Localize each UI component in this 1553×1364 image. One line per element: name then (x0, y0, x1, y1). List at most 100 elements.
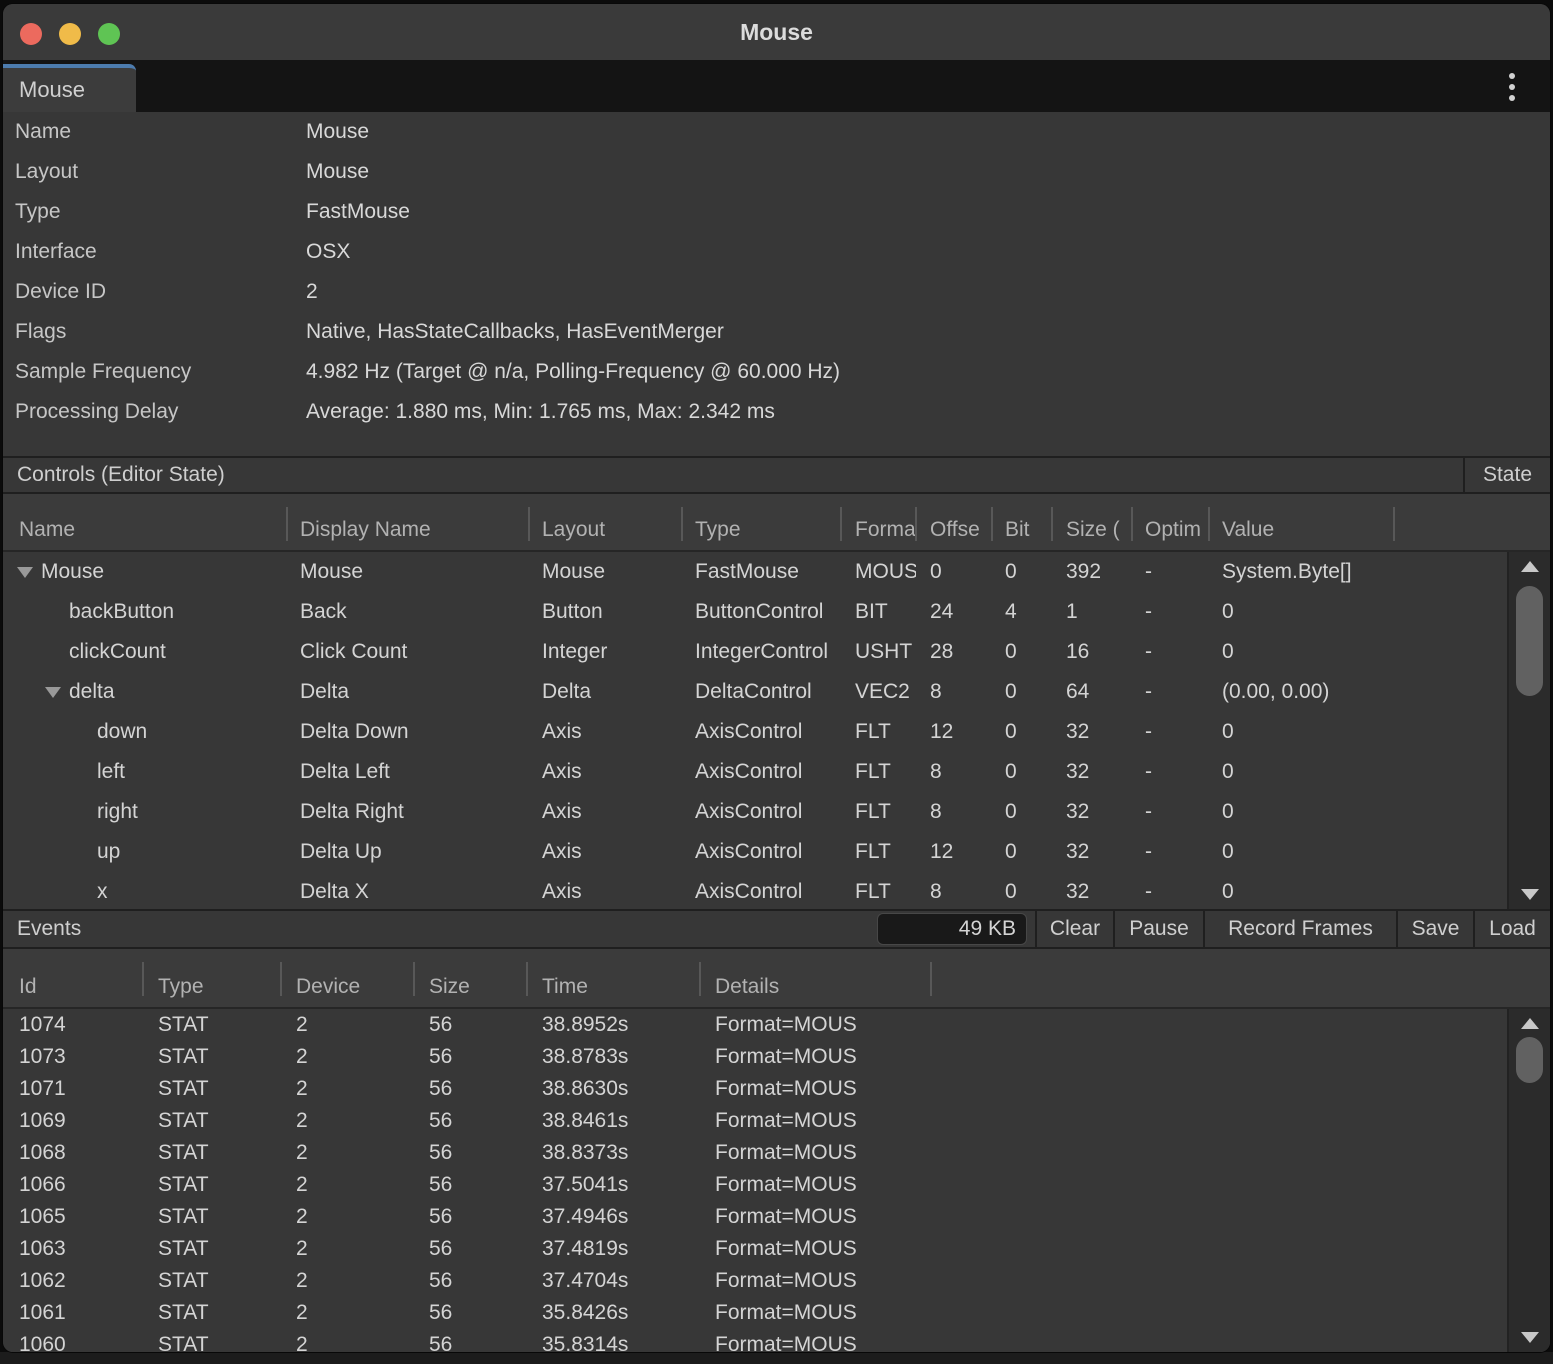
foldout-arrow-icon[interactable] (45, 687, 61, 698)
events-scrollbar[interactable] (1507, 1009, 1550, 1352)
col-header-layout[interactable]: Layout (528, 518, 681, 542)
controls-section-bar: Controls (Editor State) State (3, 456, 1550, 494)
event-row[interactable]: 1069 STAT 2 56 38.8461s Format=MOUS (3, 1105, 1550, 1137)
event-row[interactable]: 1062 STAT 2 56 37.4704s Format=MOUS (3, 1265, 1550, 1297)
col-header-size[interactable]: Size (413, 975, 526, 999)
column-divider[interactable] (840, 507, 842, 541)
col-header-type[interactable]: Type (681, 518, 841, 542)
col-header-display-name[interactable]: Display Name (286, 518, 528, 542)
screen: Mouse Mouse Name Mouse Layout Mouse (0, 0, 1553, 1364)
scroll-up-arrow-icon[interactable] (1521, 1018, 1539, 1029)
column-divider[interactable] (413, 962, 415, 996)
control-row[interactable]: left Delta Left Axis AxisControl FLT 8 0… (3, 752, 1550, 792)
control-layout: Mouse (528, 552, 681, 592)
column-divider[interactable] (1393, 507, 1395, 541)
tab-bar: Mouse (3, 60, 1550, 112)
control-row[interactable]: down Delta Down Axis AxisControl FLT 12 … (3, 712, 1550, 752)
event-row[interactable]: 1073 STAT 2 56 38.8783s Format=MOUS (3, 1041, 1550, 1073)
column-divider[interactable] (528, 507, 530, 541)
event-device: 2 (280, 1169, 413, 1201)
control-row[interactable]: x Delta X Axis AxisControl FLT 8 0 32 - … (3, 872, 1550, 909)
event-row[interactable]: 1063 STAT 2 56 37.4819s Format=MOUS (3, 1233, 1550, 1265)
scroll-down-arrow-icon[interactable] (1521, 889, 1539, 900)
column-divider[interactable] (142, 962, 144, 996)
pause-button[interactable]: Pause (1113, 911, 1203, 947)
event-row[interactable]: 1060 STAT 2 56 35.8314s Format=MOUS (3, 1329, 1550, 1352)
record-frames-button[interactable]: Record Frames (1203, 911, 1396, 947)
control-row[interactable]: delta Delta Delta DeltaControl VEC2 8 0 … (3, 672, 1550, 712)
column-divider[interactable] (699, 962, 701, 996)
control-type: AxisControl (681, 792, 841, 832)
column-divider[interactable] (1208, 507, 1210, 541)
controls-scrollbar-thumb[interactable] (1516, 586, 1543, 696)
control-type: ButtonControl (681, 592, 841, 632)
col-header-name[interactable]: Name (3, 518, 286, 542)
control-name-cell: clickCount (3, 632, 286, 672)
column-divider[interactable] (1051, 507, 1053, 541)
col-header-optimized[interactable]: Optim (1131, 518, 1208, 542)
controls-scrollbar[interactable] (1507, 552, 1550, 909)
event-type: STAT (142, 1105, 280, 1137)
event-row[interactable]: 1066 STAT 2 56 37.5041s Format=MOUS (3, 1169, 1550, 1201)
control-bit: 0 (991, 632, 1052, 672)
event-details: Format=MOUS (699, 1265, 930, 1297)
event-device: 2 (280, 1329, 413, 1352)
info-value: Mouse (306, 112, 1550, 152)
column-divider[interactable] (1131, 507, 1133, 541)
scroll-down-arrow-icon[interactable] (1521, 1332, 1539, 1343)
column-divider[interactable] (286, 507, 288, 541)
column-divider[interactable] (526, 962, 528, 996)
event-type: STAT (142, 1137, 280, 1169)
event-size: 56 (413, 1329, 526, 1352)
control-row[interactable]: backButton Back Button ButtonControl BIT… (3, 592, 1550, 632)
col-header-value[interactable]: Value (1208, 518, 1393, 542)
control-type: FastMouse (681, 552, 841, 592)
event-row[interactable]: 1074 STAT 2 56 38.8952s Format=MOUS (3, 1009, 1550, 1041)
col-header-bit[interactable]: Bit (991, 518, 1052, 542)
control-size: 32 (1052, 872, 1131, 909)
event-size: 56 (413, 1105, 526, 1137)
tab-mouse[interactable]: Mouse (3, 64, 136, 112)
kebab-menu-icon[interactable] (1502, 72, 1522, 102)
events-scrollbar-thumb[interactable] (1516, 1037, 1543, 1083)
column-divider[interactable] (915, 507, 917, 541)
col-header-type[interactable]: Type (142, 975, 280, 999)
control-bit: 0 (991, 552, 1052, 592)
column-divider[interactable] (930, 962, 932, 996)
control-bit: 0 (991, 872, 1052, 909)
control-row[interactable]: clickCount Click Count Integer IntegerCo… (3, 632, 1550, 672)
control-row[interactable]: Mouse Mouse Mouse FastMouse MOUS 0 0 392… (3, 552, 1550, 592)
col-header-id[interactable]: Id (3, 975, 142, 999)
control-bit: 0 (991, 832, 1052, 872)
col-header-offset[interactable]: Offse (916, 518, 991, 542)
event-buffer-size-field[interactable]: 49 KB (877, 913, 1027, 945)
event-type: STAT (142, 1201, 280, 1233)
clear-button[interactable]: Clear (1035, 911, 1113, 947)
control-name: left (97, 760, 125, 783)
event-row[interactable]: 1061 STAT 2 56 35.8426s Format=MOUS (3, 1297, 1550, 1329)
load-button[interactable]: Load (1473, 911, 1550, 947)
event-time: 38.8373s (526, 1137, 699, 1169)
event-row[interactable]: 1068 STAT 2 56 38.8373s Format=MOUS (3, 1137, 1550, 1169)
col-header-format[interactable]: Forma (841, 518, 916, 542)
column-divider[interactable] (991, 507, 993, 541)
col-header-time[interactable]: Time (526, 975, 699, 999)
column-divider[interactable] (280, 962, 282, 996)
col-header-device[interactable]: Device (280, 975, 413, 999)
scroll-up-arrow-icon[interactable] (1521, 561, 1539, 572)
foldout-arrow-icon[interactable] (17, 567, 33, 578)
control-name-cell: Mouse (3, 552, 286, 592)
col-header-size[interactable]: Size ( (1052, 518, 1131, 542)
control-row[interactable]: up Delta Up Axis AxisControl FLT 12 0 32… (3, 832, 1550, 872)
titlebar[interactable]: Mouse (3, 4, 1550, 60)
column-divider[interactable] (681, 507, 683, 541)
event-row[interactable]: 1065 STAT 2 56 37.4946s Format=MOUS (3, 1201, 1550, 1233)
control-name-cell: right (3, 792, 286, 832)
control-size: 32 (1052, 712, 1131, 752)
state-button[interactable]: State (1463, 458, 1550, 492)
control-row[interactable]: right Delta Right Axis AxisControl FLT 8… (3, 792, 1550, 832)
event-type: STAT (142, 1233, 280, 1265)
save-button[interactable]: Save (1396, 911, 1473, 947)
event-row[interactable]: 1071 STAT 2 56 38.8630s Format=MOUS (3, 1073, 1550, 1105)
col-header-details[interactable]: Details (699, 975, 930, 999)
